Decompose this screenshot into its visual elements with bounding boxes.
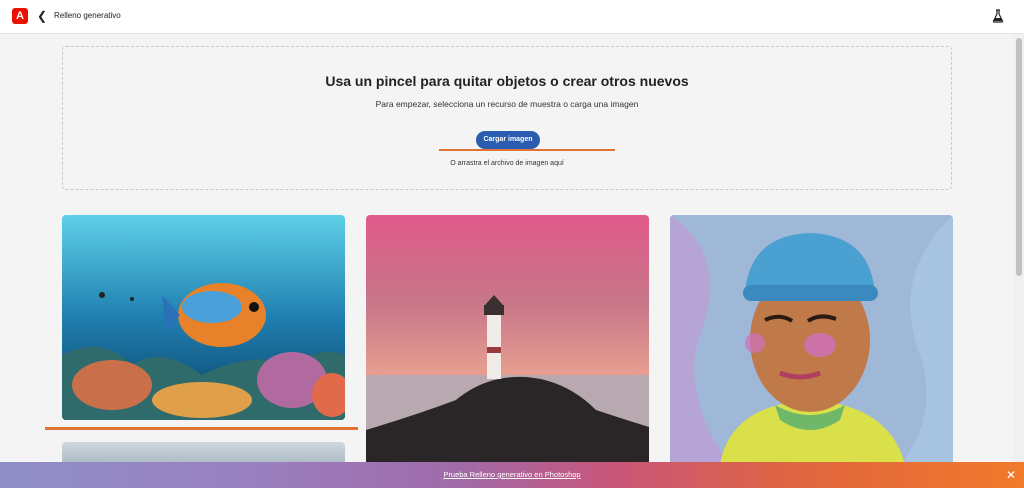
close-icon[interactable]: ✕ xyxy=(1004,468,1018,482)
promo-banner: Prueba Relleno generativo en Photoshop ✕ xyxy=(0,462,1024,488)
card-highlight-underline xyxy=(45,427,358,430)
upload-image-button[interactable]: Cargar imagen xyxy=(476,131,540,149)
chevron-left-icon[interactable]: ❮ xyxy=(36,8,48,24)
flask-icon[interactable] xyxy=(992,9,1004,23)
app-header: A ❮ Relleno generativo xyxy=(0,0,1024,34)
drop-zone-heading: Usa un pincel para quitar objetos o crea… xyxy=(325,73,689,89)
page-title: Relleno generativo xyxy=(54,11,121,20)
scrollbar-thumb[interactable] xyxy=(1016,38,1022,276)
drop-zone-subtitle: Para empezar, selecciona un recurso de m… xyxy=(375,99,639,109)
image-drop-zone[interactable]: Usa un pincel para quitar objetos o crea… xyxy=(62,46,952,190)
adobe-logo-icon[interactable]: A xyxy=(12,8,28,24)
try-photoshop-link[interactable]: Prueba Relleno generativo en Photoshop xyxy=(0,462,1024,488)
drag-hint: O arrastra el archivo de imagen aquí xyxy=(450,160,564,167)
sample-image-underwater[interactable] xyxy=(62,215,345,420)
sample-image-portrait[interactable] xyxy=(670,215,953,465)
focus-underline xyxy=(439,149,615,151)
sample-image-lighthouse[interactable] xyxy=(366,215,649,465)
